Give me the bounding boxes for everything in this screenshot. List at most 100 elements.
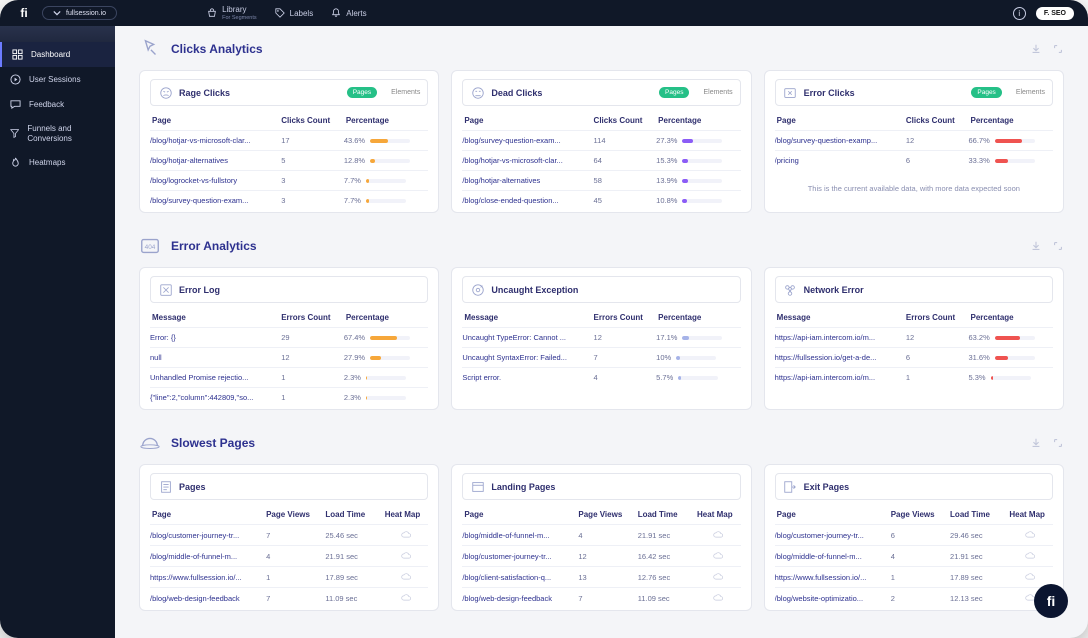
heatmap-icon[interactable]	[1007, 530, 1053, 540]
heatmap-icon[interactable]	[383, 593, 429, 603]
table-row[interactable]: /blog/customer-journey-tr...1216.42 sec	[462, 545, 740, 566]
table-row[interactable]: https://api-iam.intercom.io/m...1263.2%	[775, 327, 1053, 347]
sidebar-item-heatmaps[interactable]: Heatmaps	[0, 150, 115, 175]
cell-loadtime: 12.13 sec	[948, 594, 1007, 603]
user-chip[interactable]: F. SEO	[1036, 7, 1074, 20]
table-row[interactable]: /blog/hotjar-vs-microsoft-clar...1743.6%	[150, 130, 428, 150]
table-row[interactable]: null1227.9%	[150, 347, 428, 367]
table-row[interactable]: https://api-iam.intercom.io/m...15.3%	[775, 367, 1053, 387]
cell-page: /blog/hotjar-alternatives	[150, 156, 279, 165]
table-row[interactable]: /blog/web-design-feedback711.09 sec	[462, 587, 740, 608]
sidebar-item-feedback[interactable]: Feedback	[0, 92, 115, 117]
cell-count: 3	[279, 196, 344, 205]
sidebar-item-dashboard[interactable]: Dashboard	[0, 42, 115, 67]
download-icon[interactable]	[1030, 43, 1042, 55]
cell-loadtime: 21.91 sec	[323, 552, 382, 561]
table-row[interactable]: /blog/customer-journey-tr...629.46 sec	[775, 524, 1053, 545]
sidebar-item-funnels[interactable]: Funnels and Conversions	[0, 117, 115, 150]
cell-page: https://api-iam.intercom.io/m...	[775, 333, 904, 342]
nav-alerts[interactable]: Alerts	[331, 8, 366, 18]
download-icon[interactable]	[1030, 240, 1042, 252]
table-row[interactable]: /blog/web-design-feedback711.09 sec	[150, 587, 428, 608]
table-row[interactable]: /blog/website-optimizatio...212.13 sec	[775, 587, 1053, 608]
card-title: Landing Pages	[491, 482, 555, 492]
card-icon	[158, 85, 173, 100]
heatmap-icon[interactable]	[695, 530, 741, 540]
cell-pct: 66.7%	[969, 136, 1054, 145]
table-row[interactable]: /blog/middle-of-funnel-m...421.91 sec	[775, 545, 1053, 566]
table-row[interactable]: /pricing633.3%	[775, 150, 1053, 170]
tab-elements[interactable]: Elements	[1016, 89, 1045, 96]
tab-elements[interactable]: Elements	[391, 89, 420, 96]
heatmap-icon[interactable]	[695, 572, 741, 582]
main-scroll[interactable]: Clicks Analytics Rage Clicks Pages Elements…	[115, 26, 1088, 638]
tab-elements[interactable]: Elements	[703, 89, 732, 96]
cell-count: 12	[904, 333, 969, 342]
heatmap-icon[interactable]	[695, 593, 741, 603]
tab-pages[interactable]: Pages	[659, 87, 689, 98]
tab-pages[interactable]: Pages	[971, 87, 1001, 98]
nav-labels[interactable]: Labels	[275, 8, 314, 18]
table-row[interactable]: {"line":2,"column":442809,"so...12.3%	[150, 387, 428, 407]
table-row[interactable]: https://www.fullsession.io/...117.89 sec	[150, 566, 428, 587]
heatmap-icon[interactable]	[695, 551, 741, 561]
table-row[interactable]: Unhandled Promise rejectio...12.3%	[150, 367, 428, 387]
table-row[interactable]: /blog/hotjar-alternatives5813.9%	[462, 170, 740, 190]
table-row[interactable]: /blog/middle-of-funnel-m...421.91 sec	[150, 545, 428, 566]
errors-icon: 404	[139, 235, 161, 257]
heatmap-icon[interactable]	[1007, 572, 1053, 582]
tag-icon	[275, 8, 285, 18]
table-row[interactable]: Script error.45.7%	[462, 367, 740, 387]
table-row[interactable]: /blog/survey-question-examp...1266.7%	[775, 130, 1053, 150]
heatmap-icon[interactable]	[383, 530, 429, 540]
section-title: Clicks Analytics	[171, 42, 263, 56]
bag-icon	[207, 8, 217, 18]
table-row[interactable]: /blog/middle-of-funnel-m...421.91 sec	[462, 524, 740, 545]
cell-page: /blog/survey-question-exam...	[462, 136, 591, 145]
cell-count: 64	[592, 156, 657, 165]
col-header: Page	[462, 116, 591, 125]
card-title: Network Error	[804, 285, 864, 295]
table-row[interactable]: https://fullsession.io/get-a-de...631.6%	[775, 347, 1053, 367]
card-network error: Network ErrorMessageErrors CountPercenta…	[764, 267, 1064, 410]
table-row[interactable]: /blog/close-ended-question...4510.8%	[462, 190, 740, 210]
table-row[interactable]: https://www.fullsession.io/...117.89 sec	[775, 566, 1053, 587]
table-row[interactable]: Uncaught SyntaxError: Failed...710%	[462, 347, 740, 367]
col-header: Clicks Count	[279, 116, 344, 125]
cell-loadtime: 29.46 sec	[948, 531, 1007, 540]
table-row[interactable]: /blog/survey-question-exam...11427.3%	[462, 130, 740, 150]
sidebar-collapse[interactable]	[0, 26, 115, 42]
table-row[interactable]: /blog/client-satisfaction-q...1312.76 se…	[462, 566, 740, 587]
download-icon[interactable]	[1030, 437, 1042, 449]
brand-logo[interactable]: fi	[0, 3, 34, 23]
card-title: Rage Clicks	[179, 88, 230, 98]
cell-page: /blog/hotjar-alternatives	[462, 176, 591, 185]
chat-launcher[interactable]: fi	[1034, 584, 1068, 618]
table-row[interactable]: /blog/hotjar-alternatives512.8%	[150, 150, 428, 170]
expand-icon[interactable]	[1052, 43, 1064, 55]
tab-pages[interactable]: Pages	[347, 87, 377, 98]
info-icon[interactable]: i	[1013, 7, 1026, 20]
card-pages: PagesPagePage ViewsLoad TimeHeat Map/blo…	[139, 464, 439, 611]
site-selector[interactable]: fullsession.io	[42, 6, 117, 20]
table-row[interactable]: /blog/hotjar-vs-microsoft-clar...6415.3%	[462, 150, 740, 170]
heatmap-icon[interactable]	[383, 572, 429, 582]
expand-icon[interactable]	[1052, 240, 1064, 252]
nav-library[interactable]: Library For Segments	[207, 5, 257, 21]
table-row[interactable]: Uncaught TypeError: Cannot ...1217.1%	[462, 327, 740, 347]
table-row[interactable]: /blog/customer-journey-tr...725.46 sec	[150, 524, 428, 545]
table-row[interactable]: Error: {}2967.4%	[150, 327, 428, 347]
cell-count: 45	[592, 196, 657, 205]
heatmap-icon[interactable]	[1007, 551, 1053, 561]
expand-icon[interactable]	[1052, 437, 1064, 449]
heatmap-icon[interactable]	[383, 551, 429, 561]
table-row[interactable]: /blog/logrocket-vs-fullstory37.7%	[150, 170, 428, 190]
cell-loadtime: 12.76 sec	[636, 573, 695, 582]
card-icon	[158, 479, 173, 494]
sidebar-item-label: Dashboard	[31, 50, 70, 59]
table-row[interactable]: /blog/survey-question-exam...37.7%	[150, 190, 428, 210]
sidebar-item-label: Funnels and Conversions	[27, 124, 105, 143]
col-header: Page Views	[576, 510, 635, 519]
sidebar-item-sessions[interactable]: User Sessions	[0, 67, 115, 92]
cell-page: /blog/survey-question-exam...	[150, 196, 279, 205]
